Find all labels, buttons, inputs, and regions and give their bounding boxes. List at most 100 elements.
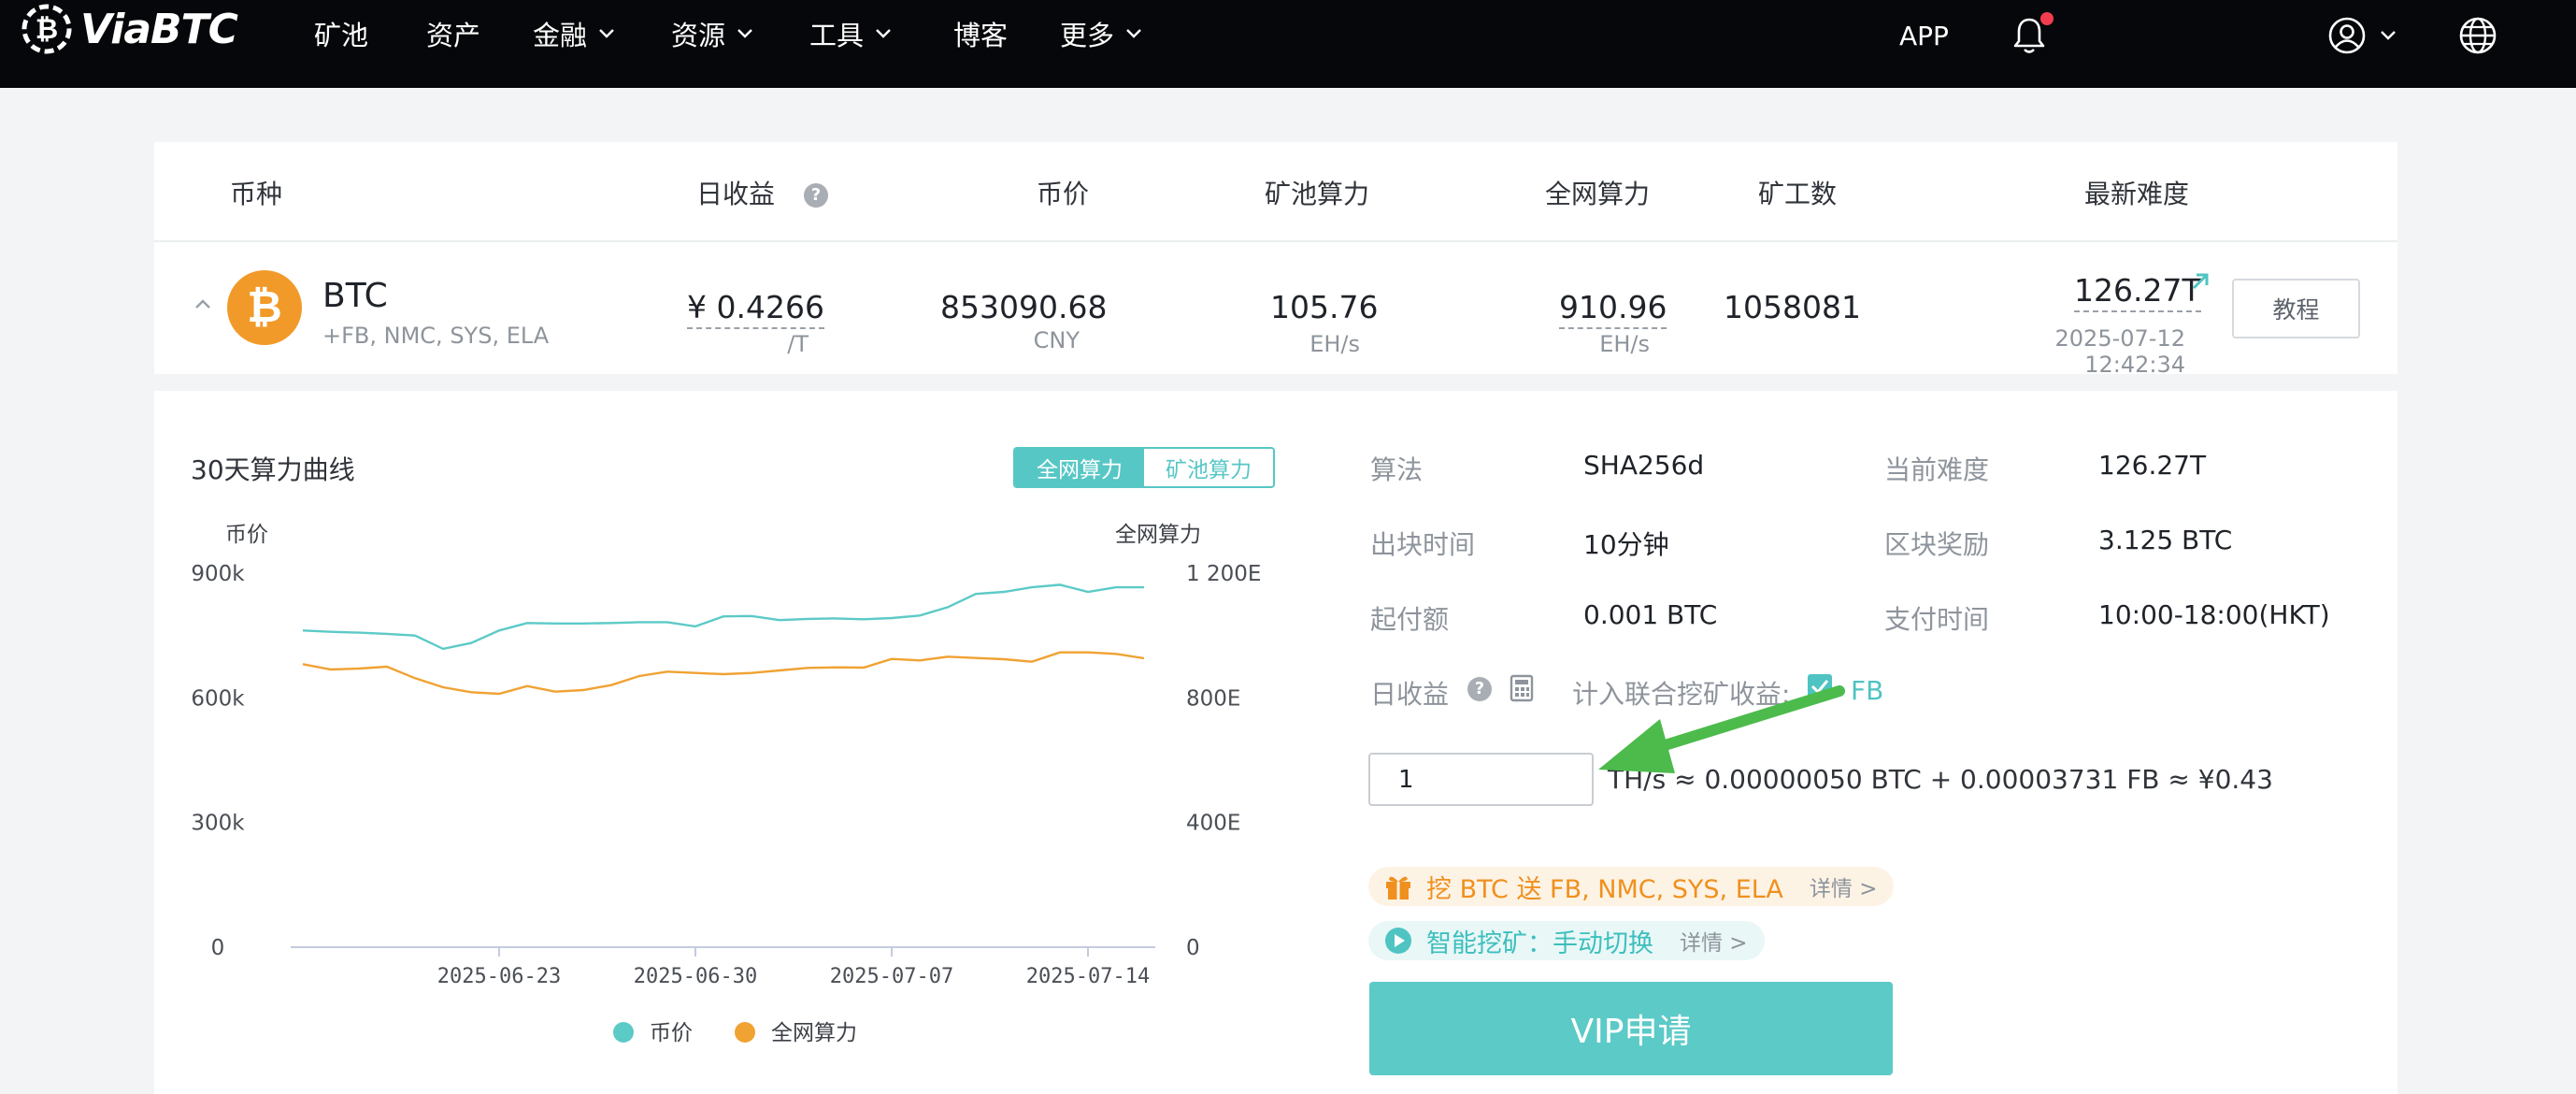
header-coin: 币种 bbox=[230, 179, 283, 209]
nav-item-more[interactable]: 更多 bbox=[1060, 0, 1142, 67]
price-value: 853090.68 bbox=[940, 289, 1108, 325]
x-tick-label: 2025-06-30 bbox=[634, 965, 757, 988]
right-tick-label: 800E bbox=[1186, 686, 1240, 711]
nav-item-tools[interactable]: 工具 bbox=[809, 0, 892, 67]
toggle-pool-hashrate[interactable]: 矿池算力 bbox=[1144, 449, 1273, 486]
play-icon bbox=[1385, 928, 1411, 954]
x-tick-label: 2025-07-14 bbox=[1026, 965, 1150, 988]
daily-income-unit: /T bbox=[787, 331, 809, 357]
hashrate-input[interactable] bbox=[1368, 753, 1594, 806]
left-tick-label: 300k bbox=[191, 812, 245, 836]
legend-swatch bbox=[735, 1022, 755, 1043]
annotation-arrow-icon bbox=[1598, 685, 1845, 773]
nav-item-assets[interactable]: 资产 bbox=[426, 0, 480, 67]
nav-item-resources[interactable]: 资源 bbox=[671, 0, 753, 67]
pool-hashrate-unit: EH/s bbox=[1309, 331, 1360, 357]
chevron-down-icon bbox=[737, 29, 752, 38]
left-tick-label: 600k bbox=[191, 686, 245, 711]
nav-item-pool[interactable]: 矿池 bbox=[314, 0, 368, 67]
bitcoin-symbol: ₿ bbox=[247, 281, 282, 332]
current-difficulty-label: 当前难度 bbox=[1884, 454, 1990, 485]
tutorial-button[interactable]: 教程 bbox=[2232, 279, 2360, 338]
legend-swatch bbox=[613, 1022, 634, 1043]
header-pool-hashrate: 矿池算力 bbox=[1265, 179, 1370, 209]
left-tick-label: 0 bbox=[211, 936, 225, 960]
difficulty-value: 126.27T bbox=[2074, 272, 2201, 312]
viabtc-logo-icon: ₿ bbox=[21, 4, 72, 54]
block-time-label: 出块时间 bbox=[1370, 529, 1476, 560]
nav-item-label: 资产 bbox=[426, 20, 481, 51]
trend-up-icon bbox=[2192, 273, 2209, 290]
pool-hashrate-value: 105.76 bbox=[1270, 289, 1379, 325]
merged-coins: +FB, NMC, SYS, ELA bbox=[322, 323, 550, 349]
promo-smart-mining[interactable]: 智能挖矿：手动切换 详情 > bbox=[1368, 921, 1765, 960]
hashrate-price-chart: 币价 全网算力 900k 600k 300k 0 1 200E 800E 400E 0 20… bbox=[191, 523, 1261, 1045]
nav-item-label: 工具 bbox=[809, 20, 865, 51]
vip-apply-button[interactable]: VIP申请 bbox=[1369, 982, 1893, 1075]
help-icon[interactable]: ? bbox=[803, 183, 828, 208]
header-divider bbox=[154, 240, 2397, 242]
chevron-down-icon bbox=[2381, 31, 2396, 40]
algorithm-value: SHA256d bbox=[1583, 450, 1705, 481]
pay-time-label: 支付时间 bbox=[1884, 604, 1990, 635]
globe-icon bbox=[2459, 17, 2497, 54]
miners-value: 1058081 bbox=[1724, 289, 1861, 325]
left-tick-label: 900k bbox=[191, 562, 245, 586]
nav-item-label: 博客 bbox=[953, 20, 1009, 51]
chevron-down-icon bbox=[599, 29, 614, 38]
nav-item-label: 矿池 bbox=[314, 20, 369, 51]
notification-badge bbox=[2040, 12, 2054, 25]
app-link-label: APP bbox=[1899, 20, 1949, 51]
x-tick-label: 2025-07-07 bbox=[830, 965, 953, 988]
user-icon bbox=[2328, 17, 2366, 54]
min-payout-value: 0.001 BTC bbox=[1583, 599, 1718, 630]
left-axis-title: 币价 bbox=[225, 523, 268, 547]
promo-smart-mining-text: 智能挖矿：手动切换 bbox=[1426, 928, 1653, 958]
app-link[interactable]: APP bbox=[1899, 0, 1949, 71]
promo-merged-mining-text: 挖 BTC 送 FB, NMC, SYS, ELA bbox=[1426, 874, 1783, 904]
algorithm-label: 算法 bbox=[1370, 454, 1424, 485]
network-hashrate-value: 910.96 bbox=[1559, 289, 1667, 329]
coin-name: BTC bbox=[322, 277, 388, 315]
x-tick-label: 2025-06-23 bbox=[437, 965, 561, 988]
viabtc-logo[interactable]: ₿ ViaBTC bbox=[21, 0, 238, 58]
calculator-icon[interactable] bbox=[1510, 674, 1534, 702]
header-daily-income: 日收益 ? bbox=[696, 174, 828, 211]
svg-text:₿: ₿ bbox=[36, 13, 58, 46]
header-network-hashrate: 全网算力 bbox=[1545, 179, 1651, 209]
network-hashrate-unit: EH/s bbox=[1599, 331, 1650, 357]
header-miners: 矿工数 bbox=[1758, 179, 1838, 209]
pay-time-value: 10:00-18:00(HKT) bbox=[2098, 599, 2330, 630]
legend-label: 币价 bbox=[650, 1021, 693, 1045]
promo-merged-mining-more[interactable]: 详情 > bbox=[1810, 871, 1878, 902]
header-difficulty: 最新难度 bbox=[2084, 179, 2190, 209]
chart-title: 30天算力曲线 bbox=[191, 454, 355, 485]
min-payout-label: 起付额 bbox=[1370, 604, 1450, 635]
difficulty-time: 2025-07-12 12:42:34 bbox=[2054, 325, 2185, 378]
language-button[interactable] bbox=[2458, 0, 2497, 71]
chevron-down-icon bbox=[876, 29, 891, 38]
help-icon[interactable]: ? bbox=[1467, 677, 1492, 701]
block-reward-value: 3.125 BTC bbox=[2098, 525, 2233, 555]
hashrate-toggle: 全网算力 矿池算力 bbox=[1013, 447, 1275, 488]
right-tick-label: 0 bbox=[1186, 936, 1200, 960]
current-difficulty-value: 126.27T bbox=[2098, 450, 2207, 481]
chevron-down-icon bbox=[1126, 29, 1141, 38]
right-tick-label: 1 200E bbox=[1186, 562, 1261, 586]
notifications-button[interactable] bbox=[2011, 0, 2053, 71]
daily-income-value: ¥ 0.4266 bbox=[687, 289, 824, 329]
account-menu[interactable] bbox=[2327, 0, 2397, 71]
top-navbar: ₿ ViaBTC 矿池 资产 金融 资源 工具 博客 更多 APP bbox=[0, 0, 2576, 88]
block-time-value: 10分钟 bbox=[1583, 529, 1669, 560]
nav-item-finance[interactable]: 金融 bbox=[533, 0, 615, 67]
promo-merged-mining[interactable]: 挖 BTC 送 FB, NMC, SYS, ELA 详情 > bbox=[1368, 867, 1895, 906]
series-line-price bbox=[302, 583, 1144, 651]
price-unit: CNY bbox=[1033, 327, 1080, 353]
toggle-network-hashrate[interactable]: 全网算力 bbox=[1015, 449, 1144, 486]
promo-smart-mining-more[interactable]: 详情 > bbox=[1680, 925, 1748, 957]
chevron-up-icon[interactable] bbox=[193, 297, 212, 310]
right-axis-title: 全网算力 bbox=[1115, 523, 1201, 547]
nav-item-blog[interactable]: 博客 bbox=[953, 0, 1008, 67]
gift-icon bbox=[1386, 876, 1410, 900]
logo-text: ViaBTC bbox=[80, 5, 238, 53]
